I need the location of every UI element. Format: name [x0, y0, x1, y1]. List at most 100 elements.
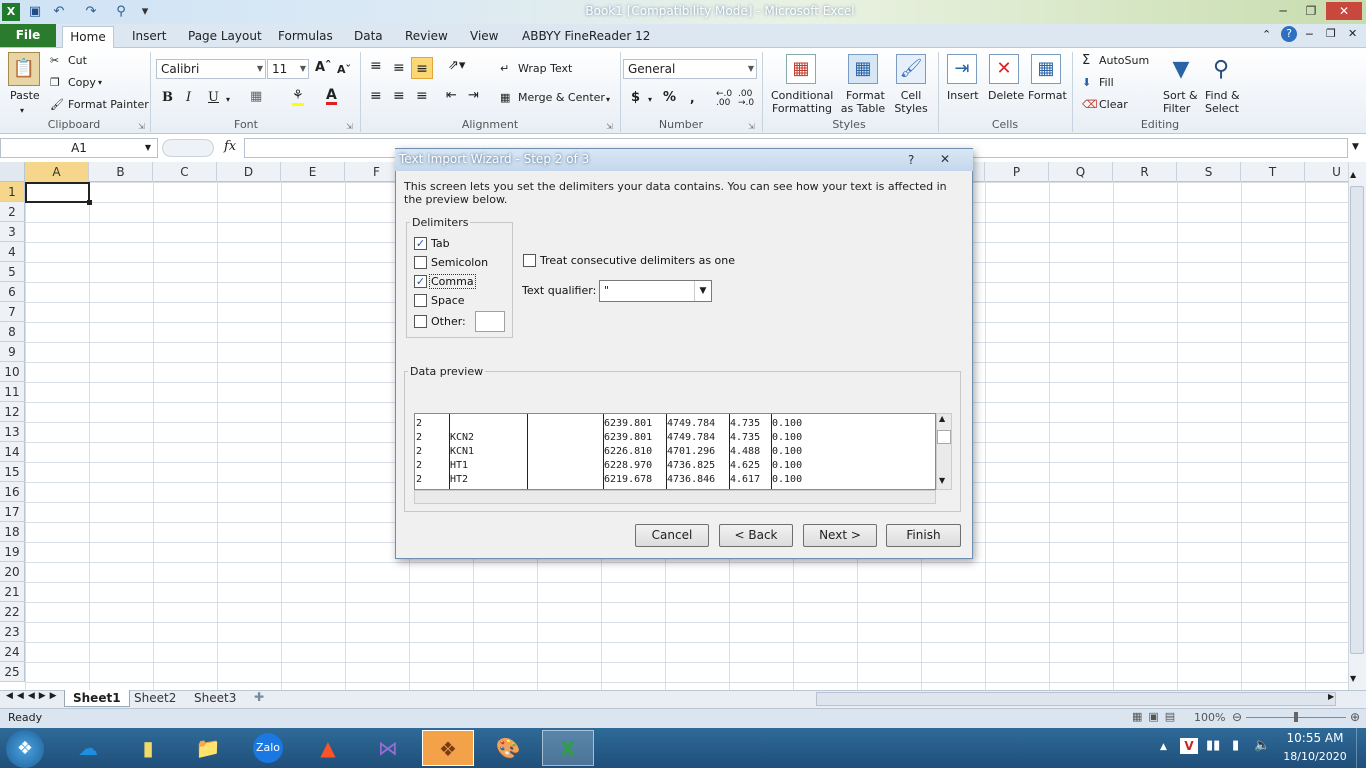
- tab-view[interactable]: View: [468, 27, 500, 47]
- tab-page-layout[interactable]: Page Layout: [186, 27, 264, 47]
- tab-home[interactable]: Home: [62, 26, 114, 48]
- bold-icon[interactable]: B: [162, 91, 173, 105]
- column-header-q[interactable]: Q: [1049, 162, 1113, 182]
- alignment-launcher-icon[interactable]: ⇲: [606, 120, 613, 134]
- text-qualifier-select[interactable]: " ▼: [599, 280, 712, 302]
- vertical-scroll-thumb[interactable]: [1350, 186, 1364, 654]
- column-header-r[interactable]: R: [1113, 162, 1177, 182]
- minimize-ribbon-icon[interactable]: ⌃: [1262, 28, 1271, 41]
- tab-review[interactable]: Review: [403, 27, 450, 47]
- horizontal-scrollbar[interactable]: [816, 692, 1336, 706]
- currency-dropdown-icon[interactable]: ▾: [648, 93, 652, 107]
- row-header-11[interactable]: 11: [0, 382, 25, 402]
- space-checkbox[interactable]: [414, 294, 427, 307]
- row-header-2[interactable]: 2: [0, 202, 25, 222]
- orientation-icon[interactable]: ⇗▾: [448, 59, 465, 73]
- row-header-13[interactable]: 13: [0, 422, 25, 442]
- data-preview-table[interactable]: 2 6239.801 4749.784 4.735 0.100 2 KCN2 6239.801…: [414, 413, 936, 490]
- consecutive-delimiters-checkbox[interactable]: [523, 254, 536, 267]
- sort-filter-label-2[interactable]: Filter: [1163, 102, 1190, 116]
- row-header-6[interactable]: 6: [0, 282, 25, 302]
- sheet-nav-icons[interactable]: ◀◀◀▶▶: [6, 691, 61, 701]
- column-header-s[interactable]: S: [1177, 162, 1241, 182]
- preview-scroll-up-icon[interactable]: ▲: [939, 414, 945, 423]
- app-orange-icon[interactable]: ❖: [422, 730, 474, 766]
- volume-icon[interactable]: 🔈: [1254, 738, 1270, 753]
- conditional-formatting-icon[interactable]: ▦: [786, 54, 816, 84]
- merge-dropdown-icon[interactable]: ▾: [606, 93, 610, 107]
- visual-studio-icon[interactable]: ⋈: [362, 730, 414, 766]
- show-hidden-icons[interactable]: ▲: [1160, 742, 1167, 752]
- font-family-select[interactable]: Calibri ▼: [156, 59, 266, 79]
- font-size-select[interactable]: 11 ▼: [267, 59, 309, 79]
- decrease-decimal-icon[interactable]: .00 →.0: [738, 90, 754, 108]
- format-as-table-icon[interactable]: ▦: [848, 54, 878, 84]
- tab-checkbox[interactable]: ✓: [414, 237, 427, 250]
- row-header-23[interactable]: 23: [0, 622, 25, 642]
- sticky-notes-icon[interactable]: ▮: [122, 730, 174, 766]
- cancel-button[interactable]: Cancel: [635, 524, 709, 547]
- row-header-16[interactable]: 16: [0, 482, 25, 502]
- network-icon[interactable]: ▮▮: [1206, 738, 1220, 753]
- find-select-icon[interactable]: ⚲: [1206, 54, 1236, 86]
- other-checkbox-label[interactable]: Other:: [431, 315, 466, 328]
- align-left-icon[interactable]: ≡: [370, 89, 382, 103]
- wrap-text-button[interactable]: Wrap Text: [518, 62, 572, 76]
- tab-formulas[interactable]: Formulas: [276, 27, 335, 47]
- delete-cells-icon[interactable]: ✕: [989, 54, 1019, 84]
- align-middle-icon[interactable]: ≡: [393, 61, 405, 75]
- preview-scroll-down-icon[interactable]: ▼: [939, 476, 945, 485]
- save-icon[interactable]: ▣: [26, 3, 44, 21]
- space-checkbox-label[interactable]: Space: [431, 294, 465, 307]
- sheet-tab-sheet1[interactable]: Sheet1: [64, 690, 130, 707]
- row-header-4[interactable]: 4: [0, 242, 25, 262]
- consecutive-delimiters-label[interactable]: Treat consecutive delimiters as one: [540, 254, 735, 267]
- row-header-14[interactable]: 14: [0, 442, 25, 462]
- currency-button[interactable]: $: [631, 91, 640, 105]
- row-header-21[interactable]: 21: [0, 582, 25, 602]
- increase-decimal-icon[interactable]: ←.0.00: [716, 90, 732, 108]
- comma-checkbox-label[interactable]: Comma: [429, 274, 476, 289]
- format-cells-button[interactable]: Format: [1028, 89, 1067, 103]
- wb-minimize-icon[interactable]: ─: [1306, 28, 1313, 41]
- tab-checkbox-label[interactable]: Tab: [431, 237, 450, 250]
- customize-qat-icon[interactable]: ▾: [136, 3, 154, 21]
- sort-filter-label-1[interactable]: Sort &: [1163, 89, 1198, 103]
- row-header-5[interactable]: 5: [0, 262, 25, 282]
- show-desktop-button[interactable]: [1356, 728, 1366, 768]
- wb-close-icon[interactable]: ✕: [1348, 27, 1357, 40]
- row-header-18[interactable]: 18: [0, 522, 25, 542]
- scroll-up-icon[interactable]: ▲: [1350, 170, 1356, 179]
- excel-app-icon[interactable]: X: [2, 3, 20, 21]
- column-header-t[interactable]: T: [1241, 162, 1305, 182]
- zalo-icon[interactable]: Zalo: [242, 730, 294, 766]
- autosum-button[interactable]: AutoSum: [1099, 54, 1149, 68]
- row-header-22[interactable]: 22: [0, 602, 25, 622]
- copy-dropdown-icon[interactable]: ▾: [98, 76, 102, 90]
- number-format-select[interactable]: General ▼: [623, 59, 757, 79]
- fill-button[interactable]: Fill: [1099, 76, 1114, 90]
- back-button[interactable]: < Back: [719, 524, 793, 547]
- dialog-help-button[interactable]: ?: [908, 153, 914, 167]
- next-button[interactable]: Next >: [803, 524, 877, 547]
- align-bottom-icon[interactable]: ≡: [411, 57, 433, 79]
- restore-button[interactable]: ❐: [1298, 2, 1324, 20]
- row-header-24[interactable]: 24: [0, 642, 25, 662]
- format-as-table-label-2[interactable]: as Table: [839, 102, 887, 116]
- column-header-a[interactable]: A: [25, 162, 89, 182]
- row-header-12[interactable]: 12: [0, 402, 25, 422]
- sheet-tab-sheet2[interactable]: Sheet2: [126, 690, 184, 707]
- comma-style-icon[interactable]: ,: [690, 91, 695, 105]
- semicolon-checkbox[interactable]: [414, 256, 427, 269]
- cut-button[interactable]: Cut: [68, 54, 87, 68]
- tab-file[interactable]: File: [0, 24, 56, 47]
- scroll-down-icon[interactable]: ▼: [1350, 674, 1356, 683]
- excel-taskbar-icon[interactable]: X: [542, 730, 594, 766]
- borders-icon[interactable]: ▦: [250, 90, 262, 104]
- row-header-15[interactable]: 15: [0, 462, 25, 482]
- row-header-1[interactable]: 1: [0, 182, 25, 202]
- close-window-button[interactable]: ✕: [1326, 2, 1362, 20]
- tab-abbyy[interactable]: ABBYY FineReader 12: [520, 27, 652, 47]
- onedrive-icon[interactable]: ☁: [62, 730, 114, 766]
- cell-styles-label-1[interactable]: Cell: [899, 89, 923, 103]
